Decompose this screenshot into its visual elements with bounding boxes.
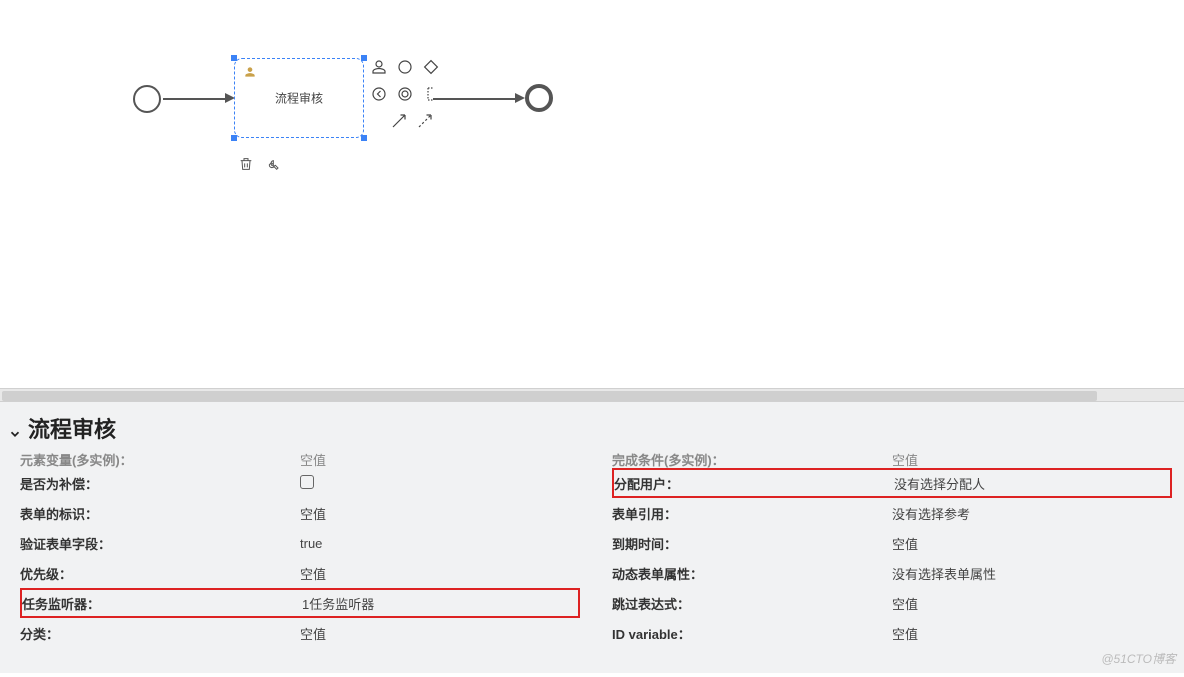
prop-row-task-listener[interactable]: 任务监听器： 1任务监听器 (20, 588, 580, 618)
prop-label: 优先级： (20, 564, 300, 583)
prop-value: 空值 (300, 564, 580, 583)
prop-label: 验证表单字段： (20, 534, 300, 553)
circle-icon[interactable] (396, 58, 414, 81)
prop-label: 完成条件(多实例)： (612, 450, 892, 469)
prop-value: 1任务监听器 (302, 594, 578, 613)
prop-row[interactable]: ID variable： 空值 (612, 618, 1172, 648)
prop-label: 是否为补偿： (20, 474, 300, 493)
prop-value: 空值 (300, 624, 580, 643)
prop-label: ID variable： (612, 624, 892, 643)
prop-row[interactable]: 表单引用： 没有选择参考 (612, 498, 1172, 528)
checkbox[interactable] (300, 475, 314, 489)
prop-value: 空值 (892, 594, 1172, 613)
sequence-flow[interactable] (433, 98, 517, 100)
prop-row-assign-user[interactable]: 分配用户： 没有选择分配人 (612, 468, 1172, 498)
context-palette (370, 56, 434, 137)
prop-row[interactable]: 表单的标识： 空值 (20, 498, 580, 528)
resize-handle[interactable] (361, 55, 367, 61)
prop-value: 没有选择参考 (892, 504, 1172, 523)
node-tools (238, 156, 280, 177)
arrowhead-icon (515, 93, 525, 103)
wrench-icon[interactable] (264, 156, 280, 177)
prop-value: 空值 (892, 624, 1172, 643)
bpmn-canvas[interactable]: 流程审核 (0, 0, 1184, 388)
properties-left-column: 元素变量(多实例)： 空值 是否为补偿： 表单的标识： 空值 验证表单字段： t… (0, 450, 592, 677)
prop-label: 到期时间： (612, 534, 892, 553)
prop-row[interactable]: 跳过表达式： 空值 (612, 588, 1172, 618)
start-event[interactable] (133, 85, 161, 113)
prop-value: true (300, 536, 580, 551)
resize-handle[interactable] (231, 135, 237, 141)
end-event[interactable] (525, 84, 553, 112)
prop-row[interactable]: 完成条件(多实例)： 空值 (612, 450, 1172, 468)
panel-title: 流程审核 (28, 412, 116, 444)
prop-row[interactable]: 是否为补偿： (20, 468, 580, 498)
prop-label: 表单引用： (612, 504, 892, 523)
horizontal-scrollbar[interactable] (0, 388, 1184, 402)
user-icon (243, 65, 257, 79)
user-icon[interactable] (370, 58, 388, 81)
sequence-flow[interactable] (163, 98, 227, 100)
trash-icon[interactable] (238, 156, 254, 177)
prop-value (300, 475, 580, 492)
prop-row[interactable]: 优先级： 空值 (20, 558, 580, 588)
prop-label: 分类： (20, 624, 300, 643)
annotation-icon[interactable] (422, 85, 440, 108)
prop-row[interactable]: 验证表单字段： true (20, 528, 580, 558)
resize-handle[interactable] (231, 55, 237, 61)
resize-handle[interactable] (361, 135, 367, 141)
prop-label: 元素变量(多实例)： (20, 450, 300, 469)
prop-value: 空值 (300, 450, 580, 469)
prop-value: 没有选择表单属性 (892, 564, 1172, 583)
prop-value: 没有选择分配人 (894, 474, 1170, 493)
prop-label: 表单的标识： (20, 504, 300, 523)
prop-label: 分配用户： (614, 474, 894, 493)
panel-header[interactable]: 流程审核 (0, 402, 1184, 450)
prop-label: 跳过表达式： (612, 594, 892, 613)
prop-label: 任务监听器： (22, 594, 302, 613)
prop-row[interactable]: 到期时间： 空值 (612, 528, 1172, 558)
properties-right-column: 完成条件(多实例)： 空值 分配用户： 没有选择分配人 表单引用： 没有选择参考… (592, 450, 1184, 677)
prop-row[interactable]: 元素变量(多实例)： 空值 (20, 450, 580, 468)
chevron-down-icon (8, 421, 22, 435)
prop-label: 动态表单属性： (612, 564, 892, 583)
diamond-icon[interactable] (422, 58, 440, 81)
task-label: 流程审核 (275, 90, 323, 107)
prop-value: 空值 (300, 504, 580, 523)
prop-value: 空值 (892, 534, 1172, 553)
prop-row[interactable]: 分类： 空值 (20, 618, 580, 648)
double-circle-icon[interactable] (396, 85, 414, 108)
watermark: @51CTO博客 (1101, 650, 1176, 667)
dashed-arrow-icon[interactable] (416, 112, 434, 135)
arrow-icon[interactable] (390, 112, 408, 135)
scrollbar-thumb[interactable] (2, 391, 1097, 401)
prop-value: 空值 (892, 450, 1172, 469)
back-circle-icon[interactable] (370, 85, 388, 108)
prop-row[interactable]: 动态表单属性： 没有选择表单属性 (612, 558, 1172, 588)
properties-panel: 流程审核 元素变量(多实例)： 空值 是否为补偿： 表单的标识： 空值 验证表单… (0, 402, 1184, 673)
user-task-node[interactable]: 流程审核 (234, 58, 364, 138)
